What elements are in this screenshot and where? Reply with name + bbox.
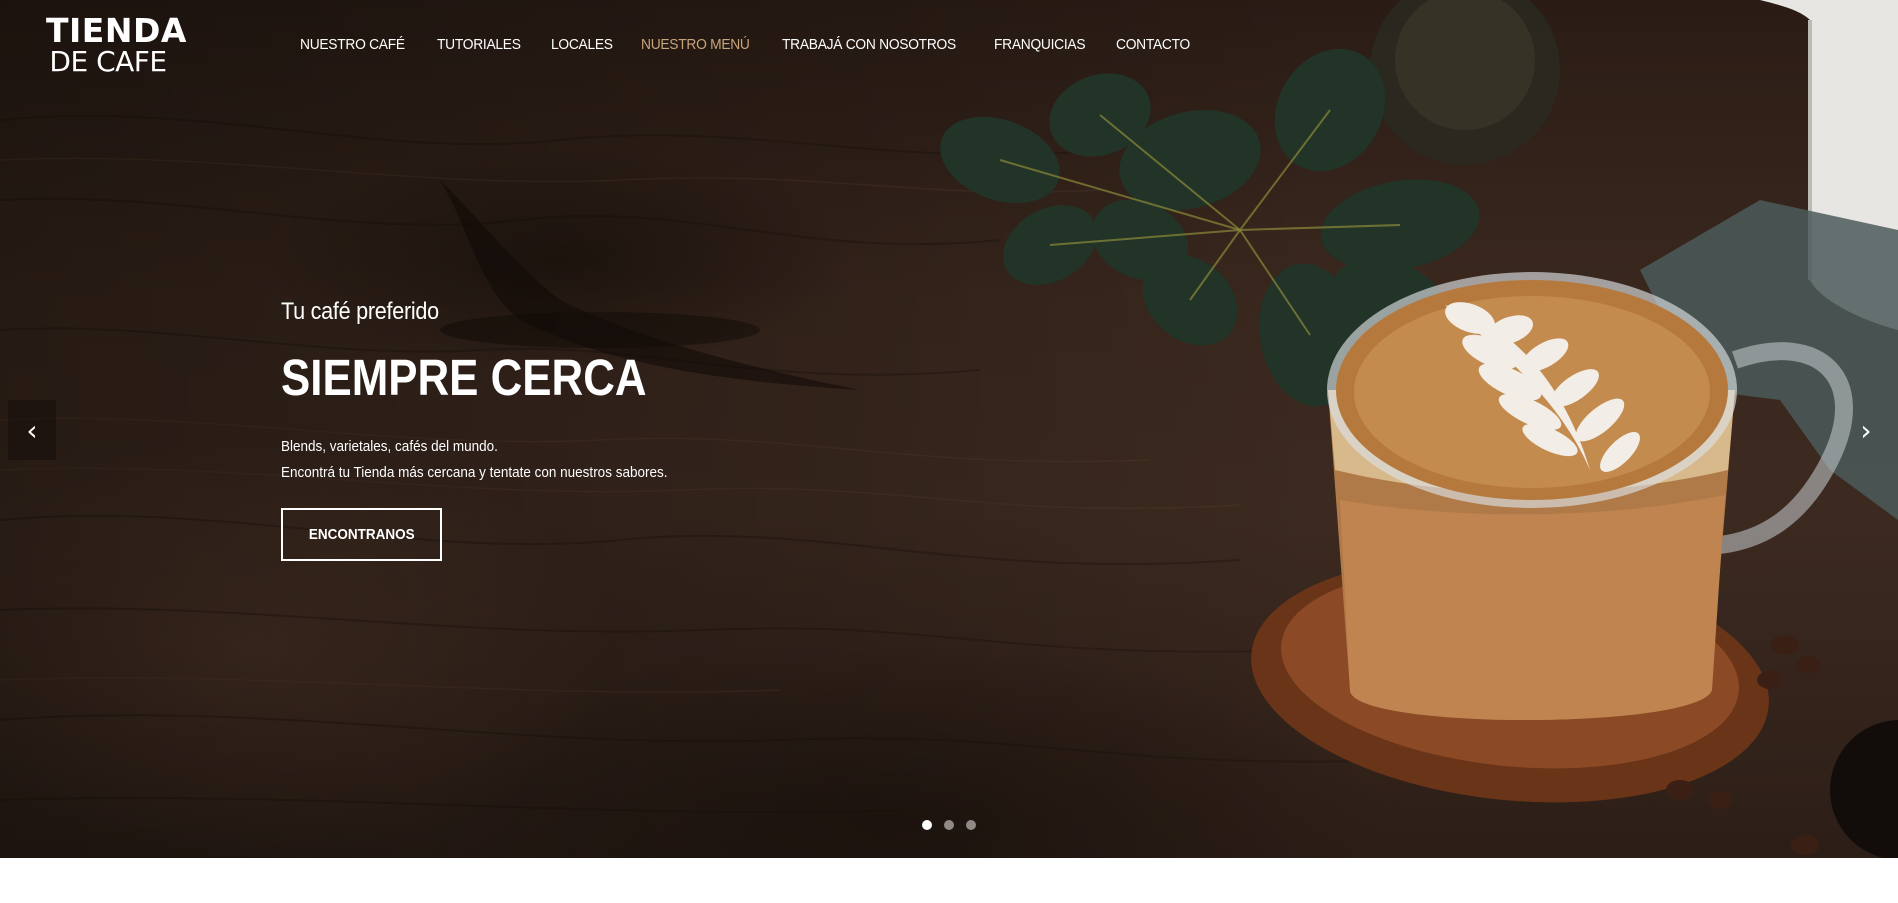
- chevron-left-icon: ‹: [26, 413, 38, 447]
- carousel-next-button[interactable]: ›: [1842, 400, 1890, 460]
- page: TIENDA DE CAFE NUESTRO CAFÉ TUTORIALES L…: [0, 0, 1898, 903]
- carousel-prev-button[interactable]: ‹: [8, 400, 56, 460]
- chevron-right-icon: ›: [1860, 413, 1872, 447]
- nav-item-tutoriales[interactable]: TUTORIALES: [437, 36, 521, 53]
- carousel-dot-1[interactable]: [922, 820, 932, 830]
- hero-slider: [0, 0, 1898, 858]
- nav-list: NUESTRO CAFÉ TUTORIALES LOCALES NUESTRO …: [300, 36, 1220, 53]
- encontranos-button[interactable]: ENCONTRANOS: [281, 508, 442, 561]
- hero-description-line-1: Blends, varietales, cafés del mundo.: [281, 438, 498, 455]
- site-logo[interactable]: TIENDA DE CAFE: [46, 11, 187, 78]
- hero-description: Blends, varietales, cafés del mundo. Enc…: [281, 434, 667, 486]
- carousel-dots: [922, 820, 976, 830]
- coffee-cup-image: [940, 0, 1898, 858]
- nav-item-nuestro-cafe[interactable]: NUESTRO CAFÉ: [300, 36, 405, 53]
- encontranos-button-label: ENCONTRANOS: [308, 526, 415, 543]
- nav-item-trabaja-con-nosotros[interactable]: TRABAJÁ CON NOSOTROS: [782, 36, 956, 53]
- hero-headline: SIEMPRE CERCA: [281, 349, 647, 406]
- hero-description-line-2: Encontrá tu Tienda más cercana y tentate…: [281, 464, 668, 481]
- hero-kicker: Tu café preferido: [281, 298, 439, 325]
- carousel-dot-3[interactable]: [966, 820, 976, 830]
- nav-item-franquicias[interactable]: FRANQUICIAS: [994, 36, 1086, 53]
- logo-line-1: TIENDA: [46, 11, 187, 50]
- nav-item-nuestro-menu[interactable]: NUESTRO MENÚ: [641, 36, 750, 53]
- nav-item-contacto[interactable]: CONTACTO: [1116, 36, 1190, 53]
- carousel-dot-2[interactable]: [944, 820, 954, 830]
- logo-line-2: DE CAFE: [49, 45, 167, 78]
- nav-item-locales[interactable]: LOCALES: [551, 36, 613, 53]
